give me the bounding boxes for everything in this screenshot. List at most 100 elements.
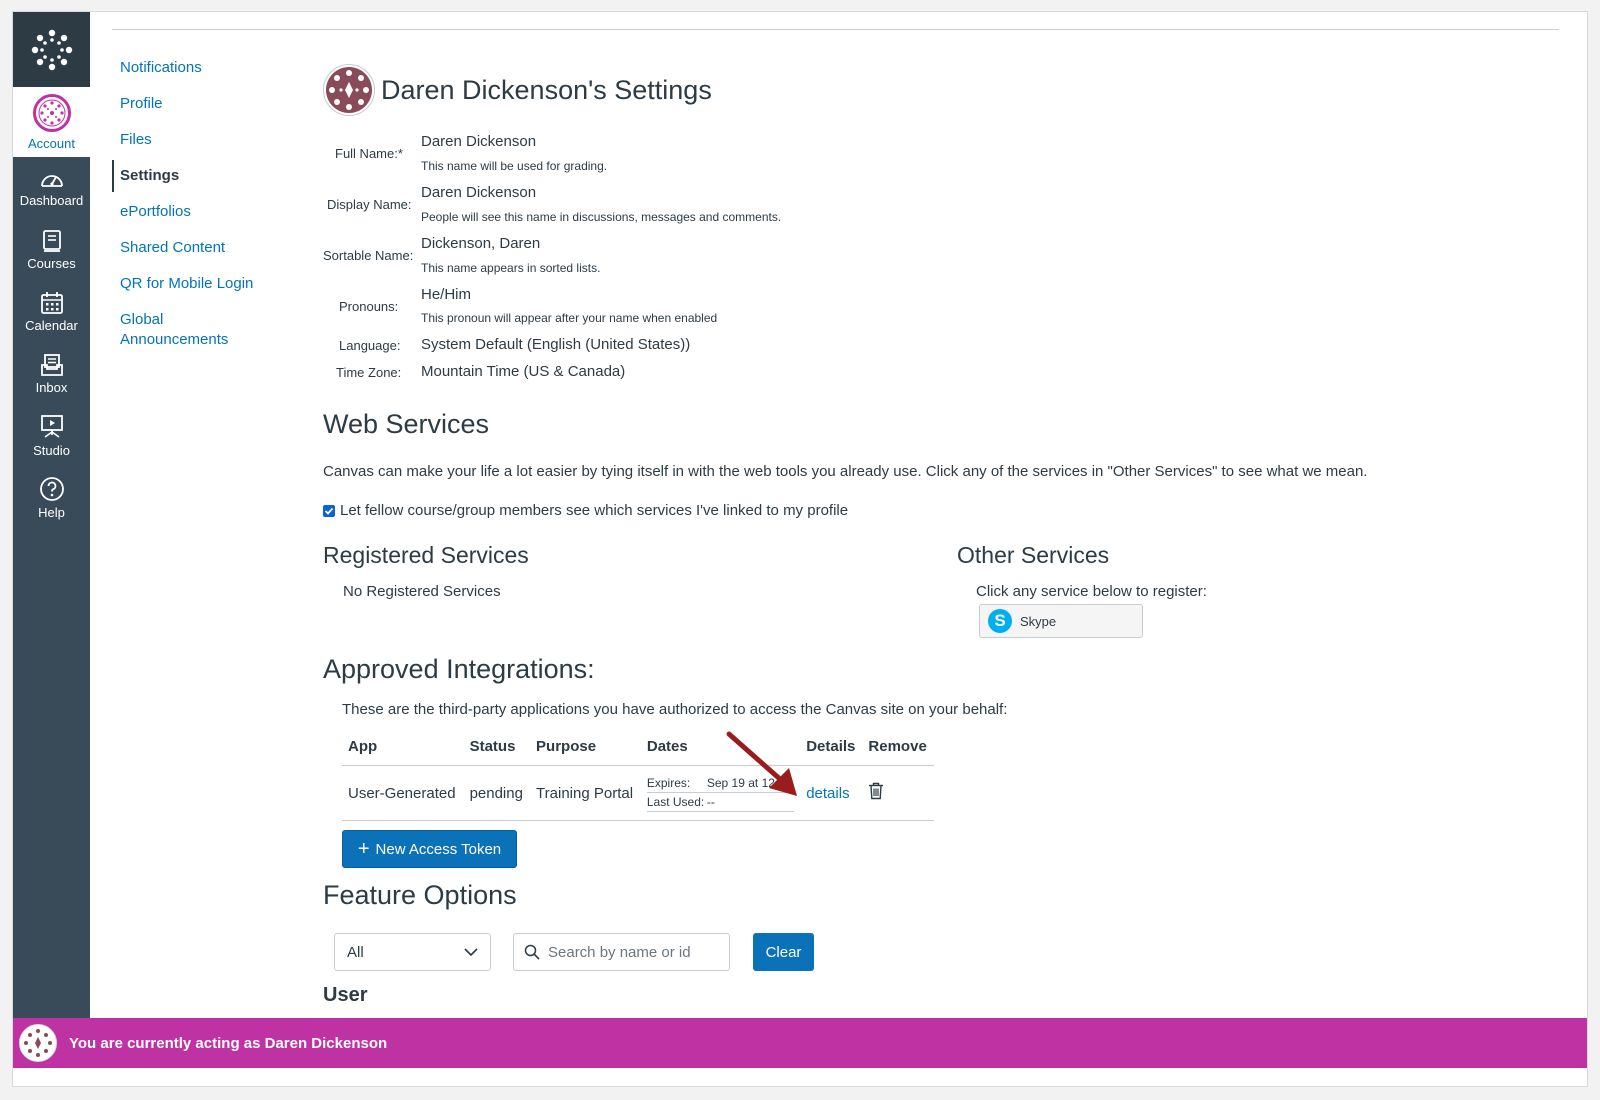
global-nav-inbox[interactable]: Inbox [13, 343, 90, 405]
sub-nav-files[interactable]: Files [112, 130, 292, 150]
skype-service-button[interactable]: S Skype [979, 604, 1143, 638]
sub-nav-eportfolios[interactable]: ePortfolios [112, 202, 292, 222]
dashboard-icon [40, 175, 63, 187]
feature-filter-select[interactable]: All [334, 933, 491, 971]
studio-icon [40, 415, 63, 438]
sub-nav-shared-content[interactable]: Shared Content [112, 238, 292, 258]
sortable-name-hint: This name appears in sorted lists. [421, 261, 601, 275]
avatar-pattern-icon [38, 99, 65, 126]
user-section-heading: User [323, 984, 368, 1006]
full-name-label: Full Name:* [335, 146, 403, 161]
new-access-token-button[interactable]: + New Access Token [342, 830, 517, 868]
remove-cell [862, 765, 934, 821]
time-zone-value: Mountain Time (US & Canada) [421, 363, 626, 380]
profile-avatar[interactable] [323, 64, 375, 116]
courses-label: Courses [27, 256, 76, 271]
canvas-logo[interactable] [13, 12, 90, 87]
plus-icon: + [357, 837, 370, 860]
col-app: App [342, 734, 464, 766]
remove-token-button[interactable] [868, 782, 884, 804]
other-services-heading: Other Services [957, 542, 1110, 568]
sub-nav-global-announcements[interactable]: Global Announcements [112, 310, 242, 350]
last-used-label: Last Used: [646, 795, 705, 809]
feature-search-input[interactable] [548, 943, 718, 961]
checkmark-icon [324, 507, 334, 515]
registered-services-heading: Registered Services [323, 542, 529, 568]
help-label: Help [38, 505, 65, 520]
top-divider [112, 29, 1559, 30]
courses-icon [42, 230, 61, 252]
global-nav: Account Dashboard Courses Calendar Inbox… [13, 12, 90, 1038]
share-services-checkbox-row[interactable]: Let fellow course/group members see whic… [323, 502, 848, 519]
display-name-value: Daren Dickenson [421, 184, 537, 201]
col-purpose: Purpose [530, 734, 641, 766]
avatar-pattern-icon [326, 67, 372, 113]
no-registered-services-text: No Registered Services [343, 583, 501, 600]
global-nav-help[interactable]: Help [13, 467, 90, 529]
acting-as-text: You are currently acting as Daren Dicken… [69, 1034, 388, 1052]
studio-label: Studio [33, 443, 70, 458]
help-icon [39, 477, 64, 501]
app-cell: User-Generated [342, 765, 464, 821]
clear-button[interactable]: Clear [753, 933, 814, 971]
sub-nav-notifications[interactable]: Notifications [112, 58, 292, 78]
feature-filter-value: All [347, 943, 364, 961]
account-avatar [32, 93, 71, 132]
settings-header: Daren Dickenson's Settings [323, 64, 712, 116]
global-nav-account[interactable]: Account [13, 87, 90, 157]
share-services-checkbox[interactable] [323, 504, 335, 517]
table-row: User-Generated pending Training Portal E… [342, 765, 934, 821]
inbox-label: Inbox [35, 380, 68, 395]
app-window: Account Dashboard Courses Calendar Inbox… [12, 11, 1588, 1087]
full-name-hint: This name will be used for grading. [421, 159, 608, 173]
language-label: Language: [339, 338, 401, 353]
approved-integrations-description: These are the third-party applications y… [342, 701, 1008, 718]
col-remove: Remove [862, 734, 934, 766]
approved-integrations-table: App Status Purpose Dates Details Remove … [342, 734, 934, 821]
global-nav-studio[interactable]: Studio [13, 405, 90, 467]
purpose-cell: Training Portal [530, 765, 641, 821]
other-services-prompt: Click any service below to register: [976, 583, 1207, 600]
canvas-logo-icon [31, 29, 72, 70]
sub-nav-settings[interactable]: Settings [112, 160, 292, 192]
global-nav-courses[interactable]: Courses [13, 219, 90, 281]
feature-search-box[interactable] [513, 933, 730, 971]
global-nav-dashboard[interactable]: Dashboard [13, 157, 90, 219]
account-label: Account [28, 135, 75, 151]
annotation-arrow-icon [726, 731, 797, 796]
pronouns-label: Pronouns: [339, 299, 399, 314]
avatar-pattern-icon [22, 1027, 54, 1059]
details-cell: details [800, 765, 863, 821]
acting-as-banner: You are currently acting as Daren Dicken… [13, 1018, 1587, 1068]
search-icon [524, 944, 540, 960]
chevron-down-icon [464, 947, 478, 956]
display-name-label: Display Name: [327, 197, 412, 212]
sortable-name-label: Sortable Name: [323, 248, 414, 263]
pronouns-value: He/Him [421, 286, 472, 303]
display-name-hint: People will see this name in discussions… [421, 210, 782, 224]
banner-avatar [19, 1024, 57, 1062]
full-name-value: Daren Dickenson [421, 133, 537, 150]
dashboard-label: Dashboard [19, 193, 84, 208]
web-services-description: Canvas can make your life a lot easier b… [323, 463, 1368, 480]
pronouns-hint: This pronoun will appear after your name… [421, 311, 718, 325]
language-value: System Default (English (United States)) [421, 336, 691, 353]
inbox-icon [40, 354, 63, 376]
skype-icon: S [988, 609, 1012, 633]
last-used-value: -- [706, 795, 715, 809]
sortable-name-value: Dickenson, Daren [421, 235, 541, 252]
approved-integrations-heading: Approved Integrations: [323, 654, 595, 684]
global-nav-calendar[interactable]: Calendar [13, 281, 90, 343]
status-cell: pending [463, 765, 531, 821]
trash-icon [869, 782, 884, 800]
web-services-heading: Web Services [323, 409, 490, 439]
new-access-token-label: New Access Token [375, 840, 502, 858]
time-zone-label: Time Zone: [336, 365, 402, 380]
sub-nav-profile[interactable]: Profile [112, 94, 292, 114]
skype-label: Skype [1020, 613, 1057, 629]
details-link[interactable]: details [806, 785, 849, 802]
table-header-row: App Status Purpose Dates Details Remove [342, 734, 934, 766]
account-sub-nav: Notifications Profile Files Settings ePo… [112, 58, 292, 366]
feature-options-heading: Feature Options [323, 880, 517, 910]
sub-nav-qr-mobile-login[interactable]: QR for Mobile Login [112, 274, 292, 294]
